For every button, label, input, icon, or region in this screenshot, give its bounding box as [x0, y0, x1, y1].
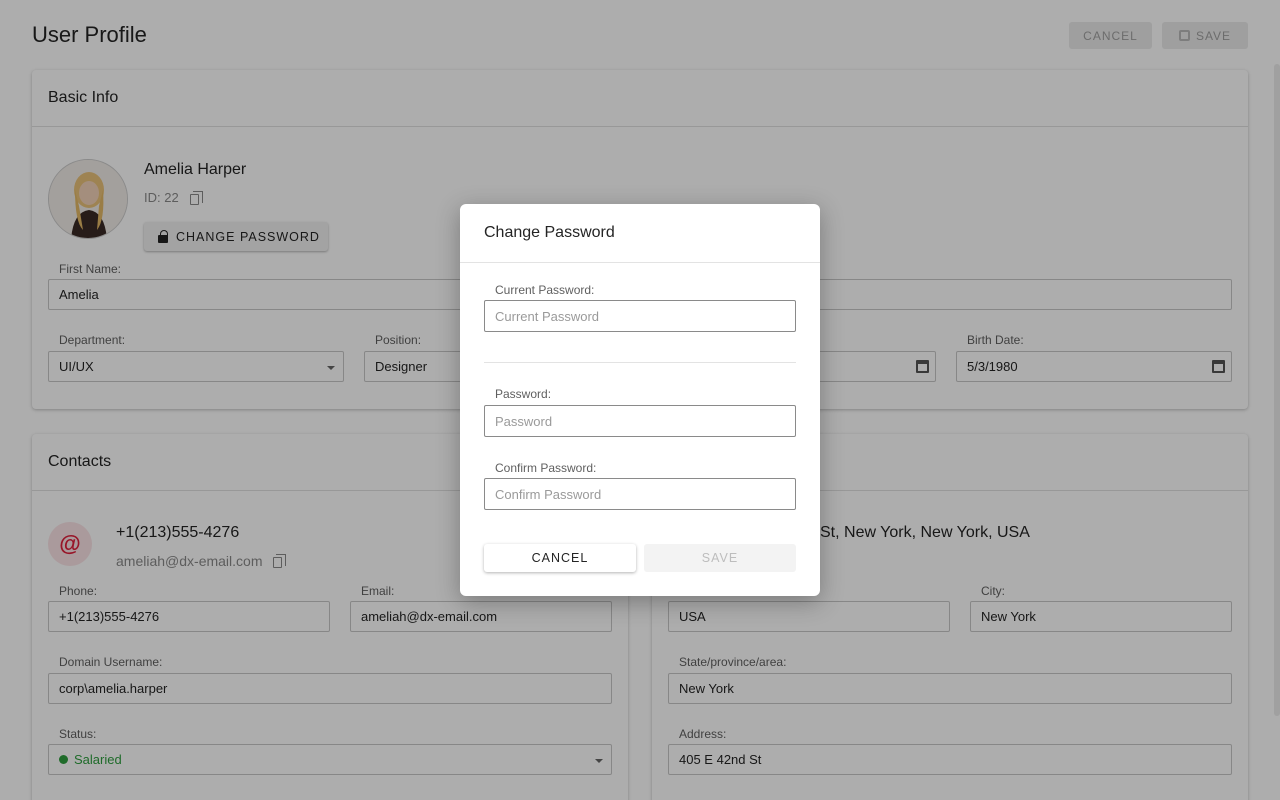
current-password-label: Current Password:: [495, 283, 595, 297]
divider: [460, 262, 820, 263]
password-input[interactable]: [484, 405, 796, 437]
password-label: Password:: [495, 387, 552, 401]
confirm-password-label: Confirm Password:: [495, 461, 597, 475]
divider: [484, 362, 796, 363]
change-password-dialog: Change Password Current Password: Passwo…: [460, 204, 820, 596]
confirm-password-input[interactable]: [484, 478, 796, 510]
current-password-input[interactable]: [484, 300, 796, 332]
dialog-cancel-button[interactable]: CANCEL: [484, 544, 636, 572]
scrollbar[interactable]: [1274, 64, 1280, 716]
dialog-title: Change Password: [484, 224, 615, 241]
dialog-save-button[interactable]: SAVE: [644, 544, 796, 572]
